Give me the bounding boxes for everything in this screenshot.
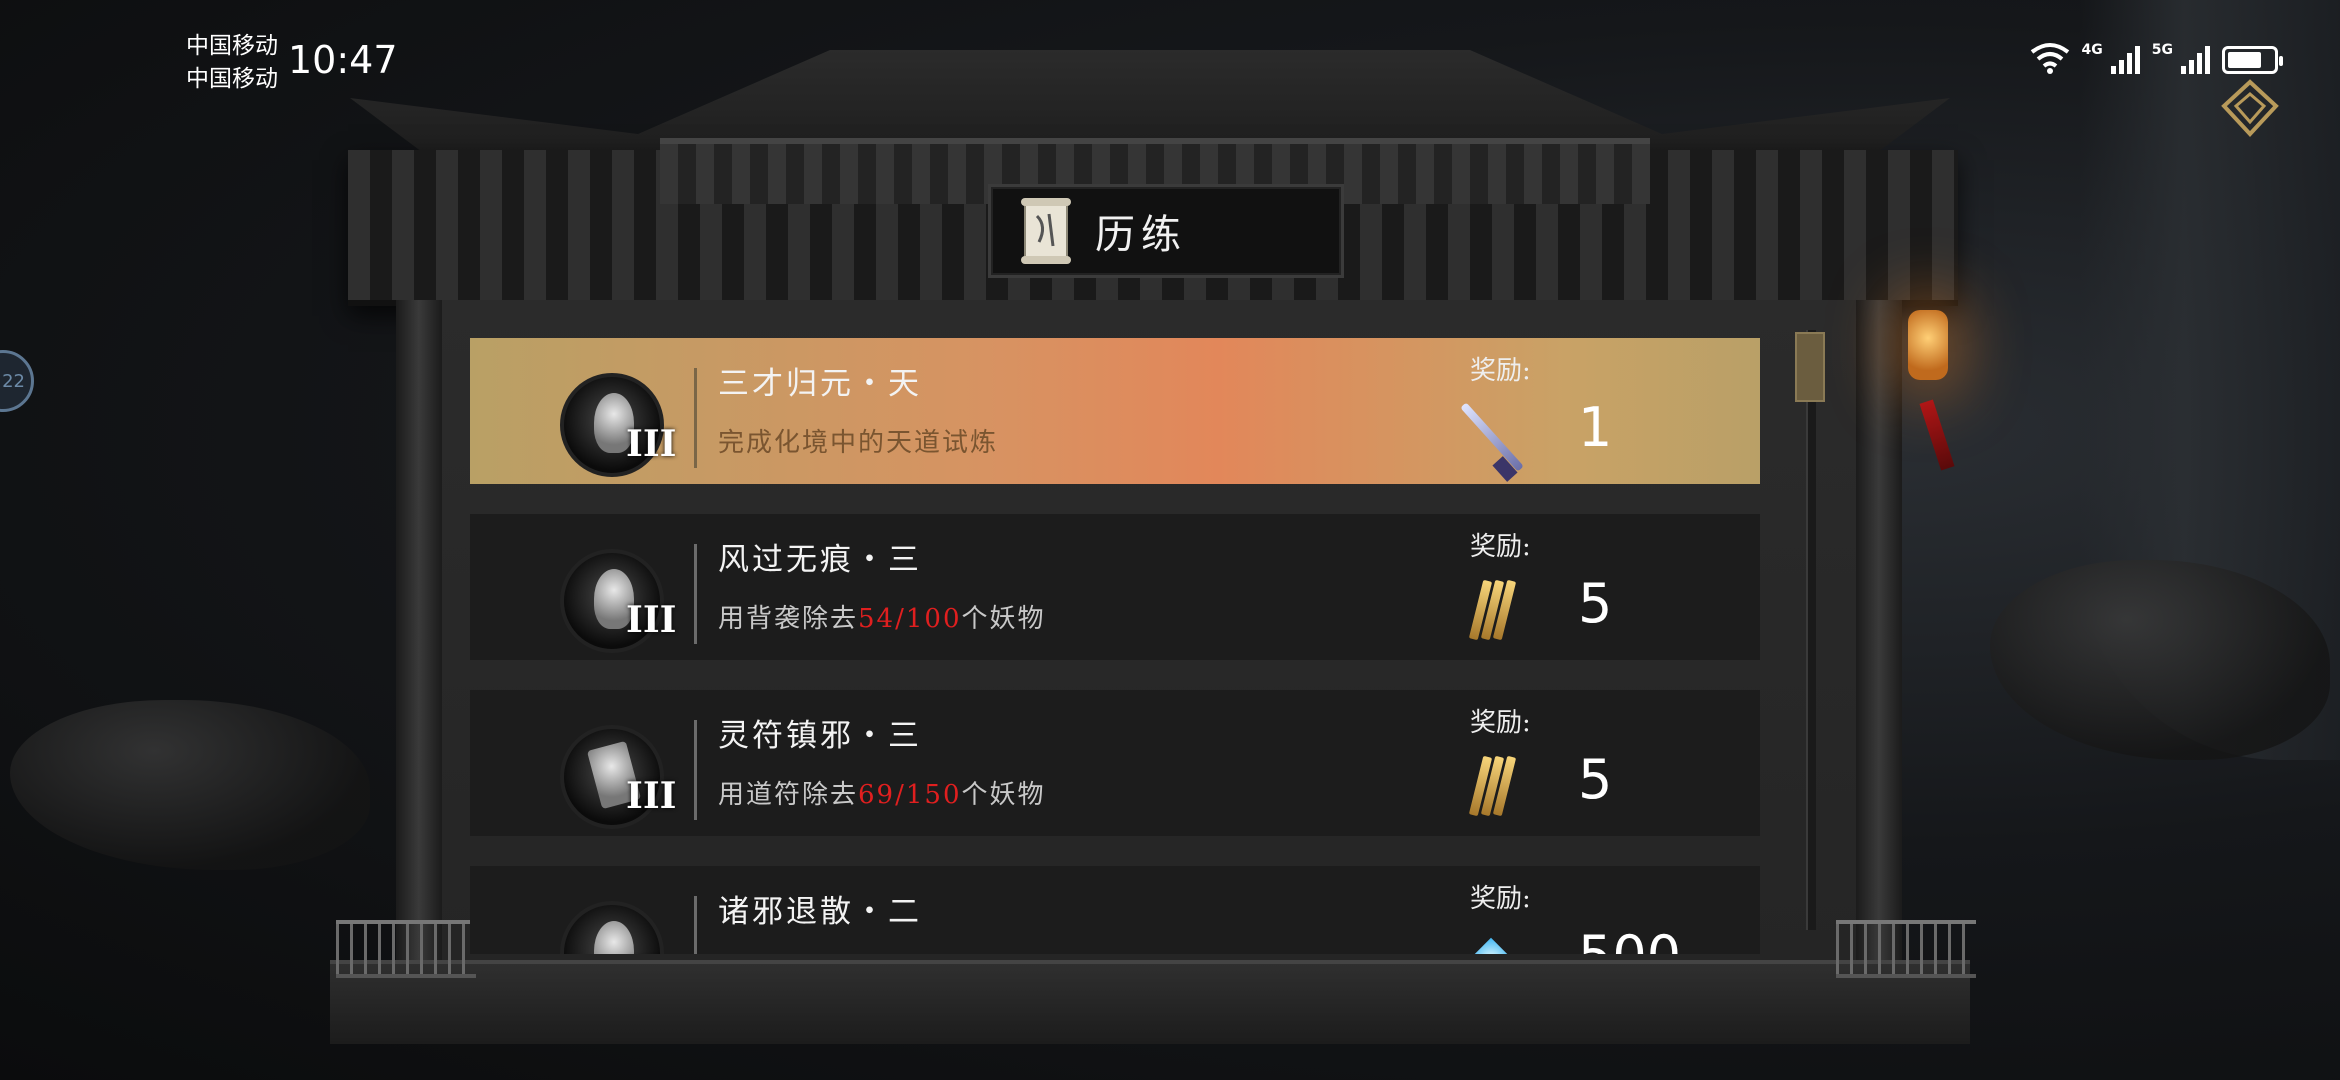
reward-count: 5 — [1578, 748, 1613, 811]
talisman-bundle-icon — [1458, 752, 1526, 820]
quest-description: 完成化境中的天道试炼 — [718, 422, 998, 459]
railing-right — [1836, 920, 1976, 978]
quest-badge-icon: II — [560, 901, 664, 954]
talisman-bundle-icon — [1458, 576, 1526, 644]
signal-icon — [2181, 44, 2210, 74]
quest-rank: II — [626, 951, 660, 954]
quest-item[interactable]: II 诸邪退散・二 奖励: 500 — [470, 866, 1760, 954]
panel-title: 历练 — [1095, 212, 1187, 258]
lantern-tassel — [1919, 399, 1955, 471]
system-icons: 4G 5G — [2030, 42, 2283, 74]
reward-count: 1 — [1578, 396, 1613, 459]
carrier-1: 中国移动 — [186, 33, 278, 59]
quest-badge-icon: III — [560, 549, 677, 653]
quest-desc-text: 用道符除去 — [718, 780, 859, 810]
calligraphy-icon — [594, 921, 634, 954]
quest-item-selected[interactable]: III 三才归元・天 完成化境中的天道试炼 奖励: 1 — [470, 338, 1760, 484]
quest-description: 用背袭除去54/100个妖物 — [718, 598, 1046, 635]
quest-progress: 69/150 — [858, 780, 962, 810]
wifi-icon — [2030, 43, 2069, 74]
sword-icon — [1458, 400, 1526, 482]
crystal-icon — [1458, 928, 1526, 954]
floating-assistant-label: 22 — [2, 370, 25, 392]
divider — [694, 544, 697, 644]
battery-icon — [2222, 46, 2283, 74]
quest-desc-text: 完成化境中的天道试炼 — [718, 428, 999, 458]
scrollbar-thumb[interactable] — [1795, 332, 1825, 402]
reward-label: 奖励: — [1470, 356, 1531, 386]
reward-label: 奖励: — [1470, 532, 1531, 562]
quest-badge-icon: III — [560, 725, 677, 829]
railing-left — [336, 920, 476, 978]
background-rock — [10, 700, 370, 870]
divider — [694, 720, 697, 820]
divider — [694, 368, 697, 468]
reward-count: 5 — [1578, 572, 1613, 635]
reward-label: 奖励: — [1470, 884, 1531, 914]
quest-item[interactable]: III 风过无痕・三 用背袭除去54/100个妖物 奖励: 5 — [470, 514, 1760, 660]
pavilion-pillar-left — [396, 300, 442, 1000]
quest-rank: III — [626, 775, 677, 817]
quest-progress: 54/100 — [858, 604, 962, 634]
carrier-2: 中国移动 — [186, 66, 278, 92]
game-logo-icon — [2221, 79, 2279, 137]
scroll-icon — [1021, 198, 1071, 264]
reward-count: 500 — [1578, 924, 1681, 954]
network-type-1: 4G — [2081, 42, 2103, 58]
pavilion-pillar-right — [1856, 300, 1902, 1000]
floating-assistant-button[interactable]: 22 — [0, 350, 34, 412]
divider — [694, 896, 697, 954]
clock: 10:47 — [288, 38, 398, 82]
quest-list[interactable]: III 三才归元・天 完成化境中的天道试炼 奖励: 1 III 风过无痕・三 用… — [470, 338, 1760, 954]
panel-title-plaque: 历练 — [988, 184, 1344, 278]
quest-desc-suffix: 个妖物 — [961, 780, 1046, 810]
quest-name: 三才归元・天 — [718, 366, 922, 402]
quest-name: 诸邪退散・二 — [718, 894, 922, 930]
network-type-2: 5G — [2151, 42, 2173, 58]
scrollbar-track[interactable] — [1806, 330, 1816, 930]
quest-item[interactable]: III 灵符镇邪・三 用道符除去69/150个妖物 奖励: 5 — [470, 690, 1760, 836]
quest-desc-text: 用背袭除去 — [718, 604, 859, 634]
signal-icon — [2110, 44, 2140, 74]
carrier-info: 中国移动 中国移动 — [186, 30, 278, 96]
quest-name: 灵符镇邪・三 — [718, 718, 922, 754]
quest-name: 风过无痕・三 — [718, 542, 922, 578]
quest-rank: III — [626, 599, 677, 641]
reward-label: 奖励: — [1470, 708, 1531, 738]
quest-badge-icon: III — [560, 373, 677, 477]
quest-description: 用道符除去69/150个妖物 — [718, 774, 1046, 811]
pavilion-base — [330, 960, 1970, 1044]
lantern-icon — [1908, 310, 1948, 380]
quest-desc-suffix: 个妖物 — [961, 604, 1046, 634]
quest-rank: III — [626, 423, 677, 465]
